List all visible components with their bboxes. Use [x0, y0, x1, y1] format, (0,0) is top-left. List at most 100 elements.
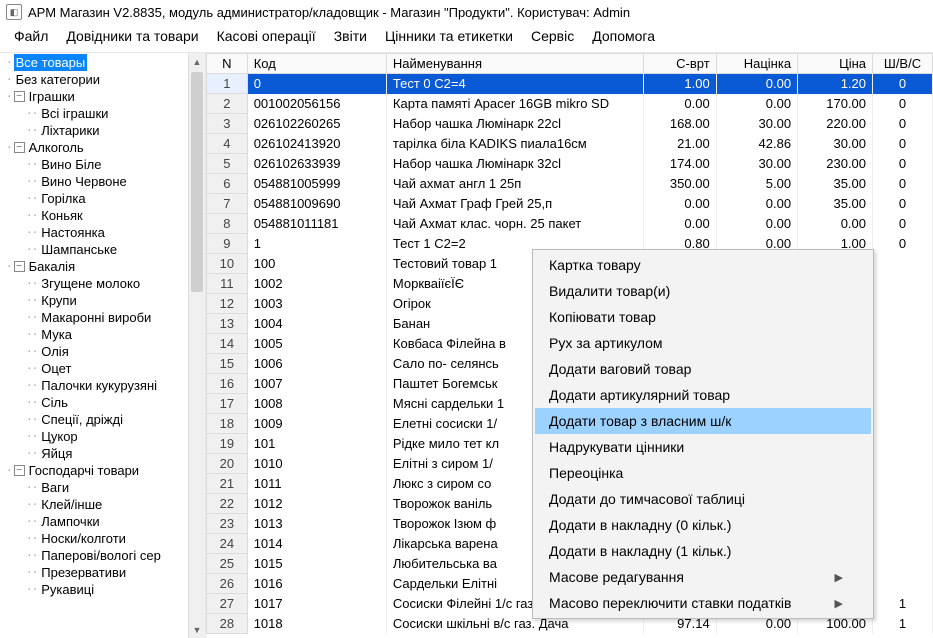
collapse-icon[interactable]: −: [14, 261, 25, 272]
row-number: 25: [207, 554, 248, 574]
cell-code: 026102413920: [247, 134, 386, 154]
tree-node-label: Палочки кукурузяні: [39, 377, 159, 394]
tree-node[interactable]: ··Макаронні вироби: [0, 309, 188, 326]
app-icon: ◧: [6, 4, 22, 20]
tree-node[interactable]: ··Вино Біле: [0, 156, 188, 173]
tree-node[interactable]: ··Мука: [0, 326, 188, 343]
context-menu-item-label: Рух за артикулом: [549, 335, 663, 351]
context-menu-item[interactable]: Додати товар з власним ш/к: [535, 408, 871, 434]
menu-item[interactable]: Звіти: [326, 26, 375, 46]
table-row[interactable]: 2001002056156Карта памяті Apacer 16GB mi…: [207, 94, 933, 114]
context-menu-item[interactable]: Рух за артикулом: [535, 330, 871, 356]
context-menu-item[interactable]: Копіювати товар: [535, 304, 871, 330]
tree-node[interactable]: ·Без категории: [0, 71, 188, 88]
collapse-icon[interactable]: −: [14, 142, 25, 153]
table-row[interactable]: 4026102413920тарілка біла KADIKS пиала16…: [207, 134, 933, 154]
tree-scrollbar[interactable]: ▲ ▼: [188, 53, 205, 638]
tree-node[interactable]: ··Палочки кукурузяні: [0, 377, 188, 394]
row-number: 24: [207, 534, 248, 554]
cell-wbc: [873, 494, 933, 514]
col-header-price[interactable]: Ціна: [798, 54, 873, 74]
tree-node[interactable]: ··Оцет: [0, 360, 188, 377]
context-menu-item[interactable]: Масово переключити ставки податків▶: [535, 590, 871, 616]
scroll-thumb[interactable]: [191, 72, 203, 292]
scroll-track[interactable]: [189, 70, 205, 621]
tree-node[interactable]: ··Згущене молоко: [0, 275, 188, 292]
tree-node[interactable]: ··Ваги: [0, 479, 188, 496]
col-header-wbc[interactable]: Ш/В/С: [873, 54, 933, 74]
tree-node[interactable]: ··Шампанське: [0, 241, 188, 258]
tree-node[interactable]: ··Паперові/вологі сер: [0, 547, 188, 564]
table-row[interactable]: 8054881011181Чай Ахмат клас. чорн. 25 па…: [207, 214, 933, 234]
context-menu-item[interactable]: Додати в накладну (0 кільк.): [535, 512, 871, 538]
tree-node[interactable]: ·−Господарчі товари: [0, 462, 188, 479]
tree-branch-icon: ··: [26, 377, 37, 394]
table-row[interactable]: 10Тест 0 С2=41.000.001.200: [207, 74, 933, 94]
collapse-icon[interactable]: −: [14, 465, 25, 476]
menu-item[interactable]: Файл: [6, 26, 56, 46]
menu-item[interactable]: Сервіс: [523, 26, 582, 46]
context-menu-item[interactable]: Додати ваговий товар: [535, 356, 871, 382]
context-menu-item[interactable]: Картка товару: [535, 252, 871, 278]
cell-sv: 168.00: [643, 114, 716, 134]
tree-node[interactable]: ··Яйця: [0, 445, 188, 462]
tree-node[interactable]: ··Крупи: [0, 292, 188, 309]
context-menu-item[interactable]: Додати до тимчасової таблиці: [535, 486, 871, 512]
tree-node[interactable]: ·−Іграшки: [0, 88, 188, 105]
tree-node[interactable]: ··Презервативи: [0, 564, 188, 581]
tree-node-label: Клей/інше: [39, 496, 104, 513]
menu-item[interactable]: Довідники та товари: [58, 26, 206, 46]
tree-node[interactable]: ··Цукор: [0, 428, 188, 445]
cell-price: 35.00: [798, 174, 873, 194]
context-menu-item[interactable]: Переоцінка: [535, 460, 871, 486]
cell-price: 220.00: [798, 114, 873, 134]
tree-node[interactable]: ··Горілка: [0, 190, 188, 207]
tree-node[interactable]: ·−Алкоголь: [0, 139, 188, 156]
tree-node[interactable]: ··Ліхтарики: [0, 122, 188, 139]
tree-node[interactable]: ··Коньяк: [0, 207, 188, 224]
col-header-name[interactable]: Найменування: [386, 54, 643, 74]
table-row[interactable]: 6054881005999Чай ахмат англ 1 25п350.005…: [207, 174, 933, 194]
tree-node[interactable]: ··Лампочки: [0, 513, 188, 530]
context-menu-item[interactable]: Додати артикулярний товар: [535, 382, 871, 408]
context-menu[interactable]: Картка товаруВидалити товар(и)Копіювати …: [532, 249, 874, 619]
tree-node[interactable]: ··Всі іграшки: [0, 105, 188, 122]
tree-node[interactable]: ·Все товары: [0, 54, 188, 71]
tree-node[interactable]: ·−Бакалія: [0, 258, 188, 275]
context-menu-item[interactable]: Додати в накладну (1 кільк.): [535, 538, 871, 564]
col-header-sv[interactable]: С-врт: [643, 54, 716, 74]
col-header-n[interactable]: N: [207, 54, 248, 74]
context-menu-item[interactable]: Видалити товар(и): [535, 278, 871, 304]
menu-item[interactable]: Цінники та етикетки: [377, 26, 521, 46]
context-menu-item-label: Додати в накладну (1 кільк.): [549, 543, 731, 559]
scroll-up-icon[interactable]: ▲: [189, 53, 205, 70]
col-header-code[interactable]: Код: [247, 54, 386, 74]
tree-node[interactable]: ··Рукавиці: [0, 581, 188, 598]
tree-node[interactable]: ··Сіль: [0, 394, 188, 411]
cell-code: 1017: [247, 594, 386, 614]
tree-node[interactable]: ··Настоянка: [0, 224, 188, 241]
tree-node[interactable]: ··Клей/інше: [0, 496, 188, 513]
row-number: 17: [207, 394, 248, 414]
cell-wbc: [873, 474, 933, 494]
context-menu-item[interactable]: Надрукувати цінники: [535, 434, 871, 460]
table-row[interactable]: 5026102633939Набор чашка Люмінарк 32cl17…: [207, 154, 933, 174]
scroll-down-icon[interactable]: ▼: [189, 621, 205, 638]
table-row[interactable]: 3026102260265Набор чашка Люмінарк 22cl16…: [207, 114, 933, 134]
context-menu-item[interactable]: Масове редагування▶: [535, 564, 871, 590]
cell-code: 0: [247, 74, 386, 94]
row-number: 12: [207, 294, 248, 314]
menu-item[interactable]: Касові операції: [209, 26, 324, 46]
menu-item[interactable]: Допомога: [584, 26, 663, 46]
table-row[interactable]: 7054881009690Чай Ахмат Граф Грей 25,п0.0…: [207, 194, 933, 214]
category-tree[interactable]: ·Все товары·Без категории·−Іграшки··Всі …: [0, 53, 188, 599]
tree-node[interactable]: ··Носки/колготи: [0, 530, 188, 547]
cell-wbc: [873, 374, 933, 394]
row-number: 22: [207, 494, 248, 514]
tree-node-label: Вино Червоне: [39, 173, 128, 190]
col-header-markup[interactable]: Націнка: [716, 54, 797, 74]
tree-node[interactable]: ··Спеції, дріжді: [0, 411, 188, 428]
collapse-icon[interactable]: −: [14, 91, 25, 102]
tree-node[interactable]: ··Олія: [0, 343, 188, 360]
tree-node[interactable]: ··Вино Червоне: [0, 173, 188, 190]
